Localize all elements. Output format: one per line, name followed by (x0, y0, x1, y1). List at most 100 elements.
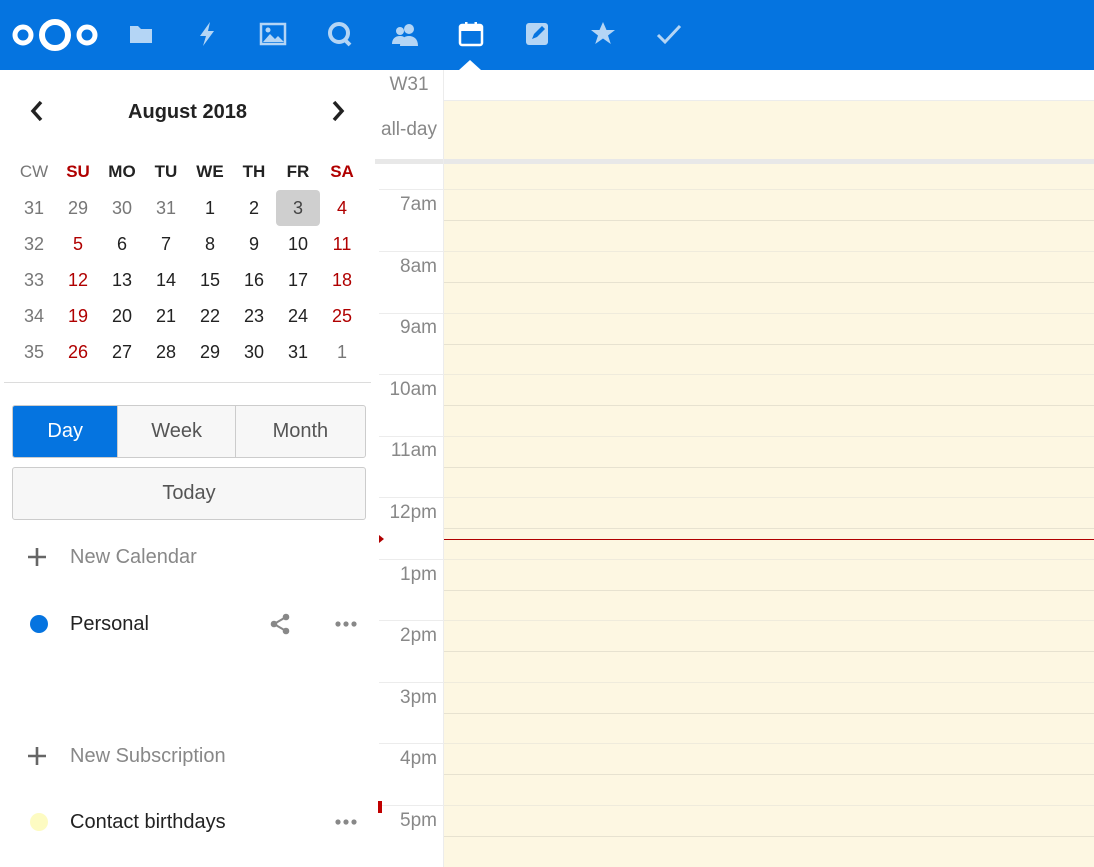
mini-calendar-day[interactable]: 11 (320, 226, 364, 262)
mini-calendar-day[interactable]: 13 (100, 262, 144, 298)
mini-calendar-day[interactable]: 27 (100, 334, 144, 370)
new-calendar-button[interactable]: New Calendar (0, 537, 375, 577)
nextcloud-logo-icon[interactable] (8, 18, 102, 52)
half-hour-line (444, 805, 1094, 806)
subscription-item-contact-birthdays[interactable]: Contact birthdays (0, 802, 375, 842)
half-hour-line (444, 436, 1094, 437)
share-icon[interactable] (268, 612, 292, 636)
mini-calendar-day[interactable]: 1 (188, 190, 232, 226)
gallery-icon[interactable] (256, 17, 290, 51)
gutter-tick (379, 559, 443, 560)
new-calendar-label: New Calendar (70, 545, 197, 568)
half-hour-line (444, 743, 1094, 744)
scroll-marker (378, 801, 382, 813)
contacts-icon[interactable] (388, 17, 422, 51)
gutter-tick (379, 313, 443, 314)
day-view-button[interactable]: Day (13, 406, 118, 457)
mini-calendar-day[interactable]: 14 (144, 262, 188, 298)
plus-icon (28, 548, 46, 566)
day-view-grid: W31 all-day 7am 8am 9am 10am 11am 12pm 1… (375, 70, 1094, 867)
mini-calendar-day[interactable]: 29 (188, 334, 232, 370)
mini-calendar-day[interactable]: 1 (320, 334, 364, 370)
mini-calendar-day[interactable]: 10 (276, 226, 320, 262)
hour-line (444, 282, 1094, 283)
hour-line (444, 405, 1094, 406)
mini-calendar-week-row: 34 19 20 21 22 23 24 25 (12, 298, 364, 334)
mini-calendar-day[interactable]: 6 (100, 226, 144, 262)
hour-label: 1pm (400, 564, 437, 585)
week-view-button[interactable]: Week (117, 406, 234, 457)
mini-calendar-day[interactable]: 22 (188, 298, 232, 334)
mini-calendar-day[interactable]: 25 (320, 298, 364, 334)
tasks-icon[interactable] (652, 17, 686, 51)
mini-calendar-day[interactable]: 18 (320, 262, 364, 298)
calendar-week-number: 32 (23, 234, 45, 254)
next-month-button[interactable] (325, 96, 351, 126)
time-grid-area[interactable] (444, 164, 1094, 867)
mini-calendar-day[interactable]: 5 (56, 226, 100, 262)
mini-calendar-day[interactable]: 15 (188, 262, 232, 298)
mini-calendar-day[interactable]: 20 (100, 298, 144, 334)
mini-calendar-week-row: 33 12 13 14 15 16 17 18 (12, 262, 364, 298)
calendar-week-number: 31 (23, 198, 45, 218)
activity-icon[interactable] (190, 17, 224, 51)
talk-icon[interactable] (322, 17, 356, 51)
mini-calendar-day[interactable]: 31 (276, 334, 320, 370)
today-button[interactable]: Today (12, 467, 366, 520)
mini-calendar-day[interactable]: 31 (144, 190, 188, 226)
gutter-tick (379, 189, 443, 190)
mini-calendar-day[interactable]: 29 (56, 190, 100, 226)
mini-calendar-selected-day[interactable]: 3 (276, 190, 320, 226)
hour-line (444, 590, 1094, 591)
current-time-marker (379, 535, 384, 543)
month-navigation: August 2018 (0, 70, 375, 154)
files-icon[interactable] (124, 17, 158, 51)
calendar-item-personal[interactable]: Personal (0, 604, 375, 644)
top-header-bar (0, 0, 1094, 70)
calendar-icon[interactable] (454, 17, 488, 51)
mini-calendar-day[interactable]: 19 (56, 298, 100, 334)
mini-calendar-day[interactable]: 2 (232, 190, 276, 226)
mini-calendar-day[interactable]: 28 (144, 334, 188, 370)
plus-icon (28, 747, 46, 765)
bookmarks-icon[interactable] (586, 17, 620, 51)
month-title[interactable]: August 2018 (0, 101, 375, 124)
new-subscription-button[interactable]: New Subscription (0, 736, 375, 776)
mini-calendar-day[interactable]: 21 (144, 298, 188, 334)
gutter-tick (379, 436, 443, 437)
all-day-label: all-day (381, 119, 437, 140)
mini-calendar-day[interactable]: 30 (232, 334, 276, 370)
mini-calendar-day[interactable]: 24 (276, 298, 320, 334)
mini-calendar-day[interactable]: 23 (232, 298, 276, 334)
more-options-icon[interactable] (334, 817, 358, 827)
hour-label: 3pm (400, 687, 437, 708)
mini-calendar-day[interactable]: 7 (144, 226, 188, 262)
mini-calendar-day[interactable]: 17 (276, 262, 320, 298)
mini-calendar-day[interactable]: 8 (188, 226, 232, 262)
hour-label: 9am (400, 317, 437, 338)
gutter-tick (379, 620, 443, 621)
mini-calendar-day[interactable]: 12 (56, 262, 100, 298)
hour-line (444, 528, 1094, 529)
mini-calendar-day[interactable]: 9 (232, 226, 276, 262)
weekday-header-cw: CW (19, 162, 49, 181)
more-options-icon[interactable] (334, 619, 358, 629)
gutter-tick (379, 251, 443, 252)
weekday-header-mo: MO (108, 162, 136, 181)
half-hour-line (444, 251, 1094, 252)
month-view-button[interactable]: Month (234, 406, 365, 457)
active-app-indicator (459, 60, 481, 70)
mini-calendar-day[interactable]: 30 (100, 190, 144, 226)
weekday-header-we: WE (196, 162, 224, 181)
mini-calendar-day[interactable]: 4 (320, 190, 364, 226)
all-day-slot[interactable] (444, 101, 1094, 159)
mini-calendar-day[interactable]: 26 (56, 334, 100, 370)
hour-line (444, 344, 1094, 345)
calendar-name: Contact birthdays (70, 810, 226, 833)
mini-calendar-day[interactable]: 16 (232, 262, 276, 298)
hour-line (444, 220, 1094, 221)
notes-icon[interactable] (520, 17, 554, 51)
hour-label: 4pm (400, 748, 437, 769)
current-time-indicator (444, 539, 1094, 540)
chevron-right-icon (332, 100, 345, 122)
